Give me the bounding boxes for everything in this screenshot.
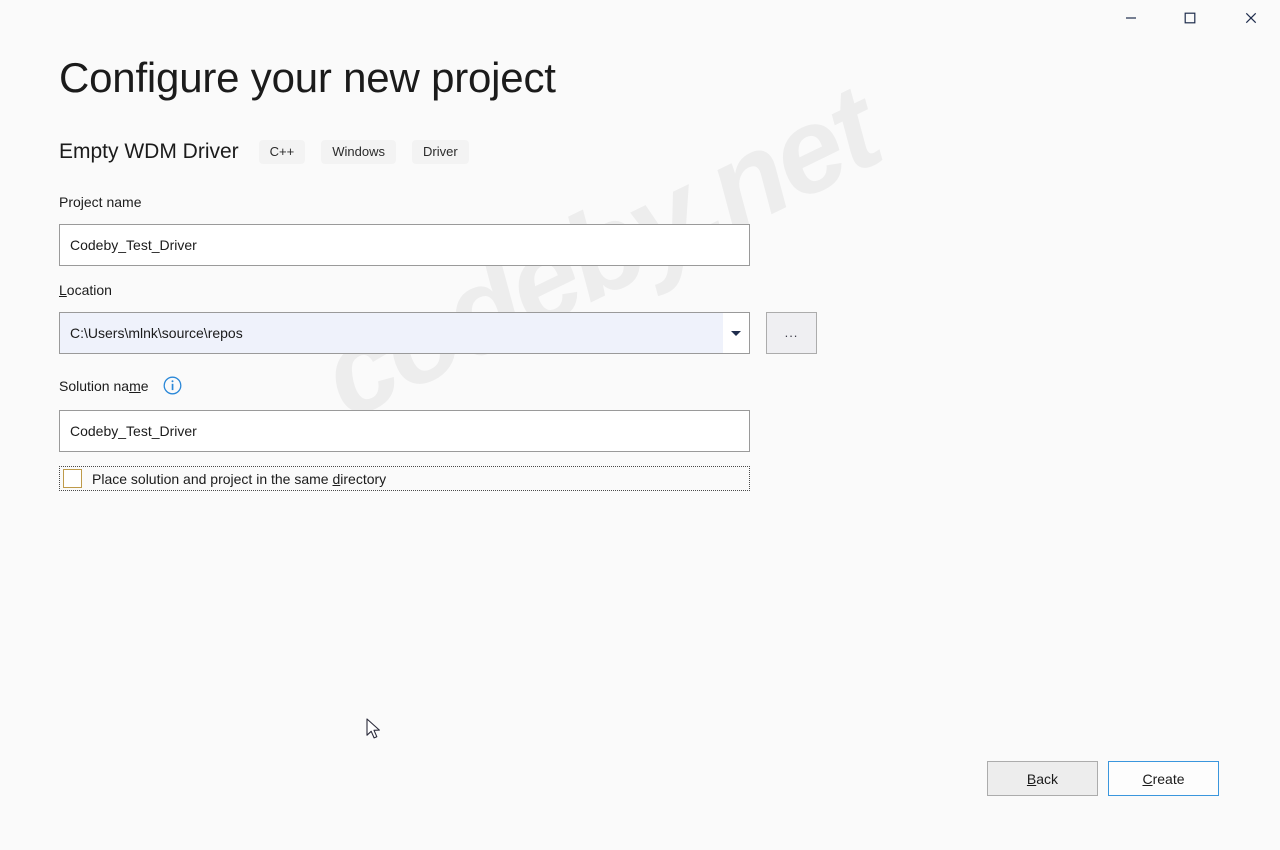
- location-label: Location: [59, 282, 112, 298]
- location-label-accesskey: L: [59, 282, 67, 298]
- info-icon-glyph: [163, 376, 182, 395]
- back-button[interactable]: Back: [987, 761, 1098, 796]
- chevron-down-icon: [731, 330, 741, 336]
- minimize-icon: [1126, 17, 1136, 19]
- template-tag-platform: Windows: [321, 140, 396, 164]
- info-icon[interactable]: [163, 376, 182, 395]
- close-button[interactable]: [1228, 0, 1274, 36]
- page-title: Configure your new project: [59, 54, 556, 101]
- same-directory-checkbox[interactable]: [63, 469, 82, 488]
- template-name: Empty WDM Driver: [59, 140, 239, 163]
- location-dropdown-button[interactable]: [723, 313, 749, 353]
- title-bar: [0, 0, 1280, 40]
- solution-name-input[interactable]: [59, 410, 750, 452]
- browse-location-button[interactable]: ...: [766, 312, 817, 354]
- solution-label-accesskey: m: [129, 378, 141, 394]
- solution-label-suffix: e: [140, 378, 149, 394]
- create-label-suffix: reate: [1152, 770, 1185, 787]
- location-combobox[interactable]: C:\Users\mlnk\source\repos: [59, 312, 750, 354]
- maximize-icon: [1184, 12, 1196, 24]
- template-tag-language: C++: [258, 140, 306, 164]
- solution-label-prefix: Solution na: [59, 378, 130, 394]
- ellipsis-icon: ...: [784, 325, 799, 341]
- template-tag-type: Driver: [412, 140, 469, 164]
- location-label-suffix: ocation: [66, 282, 112, 298]
- template-summary: Empty WDM Driver C++ Windows Driver: [59, 138, 469, 166]
- create-button[interactable]: Create: [1108, 761, 1219, 796]
- close-icon: [1245, 12, 1257, 24]
- project-name-label: Project name: [59, 194, 142, 210]
- same-directory-label-prefix: Place solution and project in the same: [92, 470, 333, 487]
- dialog-content: Configure your new project Empty WDM Dri…: [0, 0, 1280, 850]
- back-label-suffix: ack: [1036, 770, 1059, 787]
- solution-name-label: Solution name: [59, 378, 149, 394]
- same-directory-label-suffix: irectory: [340, 470, 387, 487]
- back-label-accesskey: B: [1026, 770, 1037, 787]
- same-directory-label: Place solution and project in the same d…: [92, 471, 386, 487]
- project-name-input[interactable]: [59, 224, 750, 266]
- same-directory-checkbox-row[interactable]: Place solution and project in the same d…: [59, 466, 750, 491]
- create-label-accesskey: C: [1142, 770, 1153, 787]
- minimize-button[interactable]: [1108, 0, 1154, 36]
- location-value[interactable]: C:\Users\mlnk\source\repos: [60, 313, 723, 353]
- maximize-button[interactable]: [1167, 0, 1213, 36]
